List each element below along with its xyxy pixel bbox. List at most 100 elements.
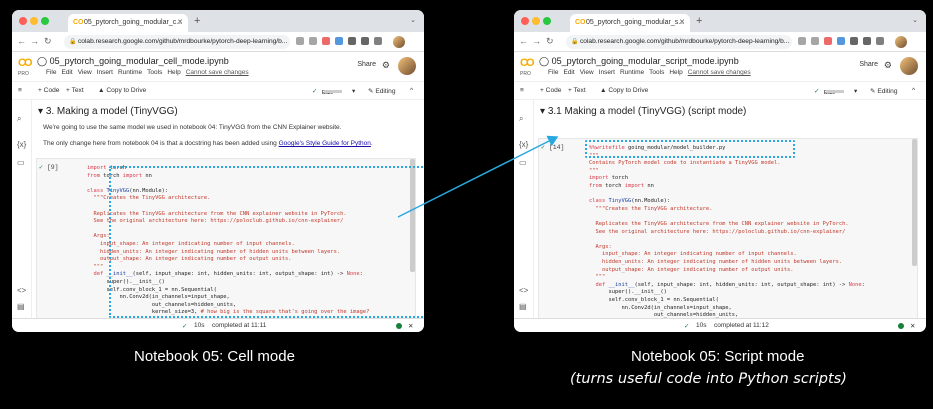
more-menu-icon[interactable] <box>876 37 884 45</box>
status-close-icon[interactable]: ✕ <box>910 322 915 330</box>
collapse-chevron-icon[interactable]: ^ <box>410 87 413 94</box>
tab-list-chevron-icon[interactable]: ⌄ <box>912 16 918 24</box>
menu-item-tools[interactable]: Tools <box>649 69 664 76</box>
close-window-button[interactable] <box>521 17 529 25</box>
share-button[interactable]: Share <box>859 61 878 68</box>
minimize-window-button[interactable] <box>30 17 38 25</box>
code-cell[interactable]: ✓ [14] 1%%writefile going_modular/model_b… <box>538 138 918 318</box>
notebook-title[interactable]: ◯ 05_pytorch_going_modular_script_mode.i… <box>539 56 739 67</box>
extensions-puzzle-icon[interactable] <box>348 37 356 45</box>
bookmark-star-icon[interactable] <box>309 37 317 45</box>
more-menu-icon[interactable] <box>374 37 382 45</box>
new-tab-button[interactable]: + <box>194 15 200 27</box>
pocket-extension-icon[interactable] <box>322 37 330 45</box>
sidebar-icon[interactable] <box>361 37 369 45</box>
reload-icon[interactable]: ↻ <box>546 36 554 47</box>
forward-arrow-icon[interactable]: → <box>30 36 39 46</box>
menu-item-edit[interactable]: Edit <box>61 69 72 76</box>
share-button[interactable]: Share <box>357 61 376 68</box>
command-palette-icon[interactable]: ▤ <box>17 302 25 311</box>
menu-item-runtime[interactable]: Runtime <box>620 69 644 76</box>
code-snippets-icon[interactable]: <> <box>17 286 26 295</box>
cannot-save-link[interactable]: Cannot save changes <box>186 69 249 76</box>
browser-tab[interactable]: CO 05_pytorch_going_modular_s... ✕ <box>570 14 690 32</box>
menu-item-file[interactable]: File <box>46 69 56 76</box>
tab-close-icon[interactable]: ✕ <box>177 18 183 26</box>
copy-to-drive-button[interactable]: ▲ Copy to Drive <box>98 87 146 94</box>
header-avatar[interactable] <box>900 57 918 75</box>
toc-search-icon[interactable]: ⌕ <box>17 114 21 124</box>
menu-item-help[interactable]: Help <box>669 69 682 76</box>
menu-item-runtime[interactable]: Runtime <box>118 69 142 76</box>
code-scrollbar[interactable] <box>912 139 917 266</box>
vpn-extension-icon[interactable] <box>837 37 845 45</box>
toolbar-menu-icon[interactable]: ≡ <box>18 87 22 94</box>
url-field[interactable]: 🔒 colab.research.google.com/github/mrdbou… <box>64 35 290 49</box>
menu-item-file[interactable]: File <box>548 69 558 76</box>
url-text: colab.research.google.com/github/mrdbour… <box>580 38 790 45</box>
editing-mode-button[interactable]: ✎ Editing <box>870 87 898 95</box>
menu-item-view[interactable]: View <box>78 69 92 76</box>
share-page-icon[interactable] <box>798 37 806 45</box>
vpn-extension-icon[interactable] <box>335 37 343 45</box>
close-window-button[interactable] <box>19 17 27 25</box>
menu-item-insert[interactable]: Insert <box>599 69 615 76</box>
toolbar-menu-icon[interactable]: ≡ <box>520 87 524 94</box>
collapse-section-icon[interactable]: ▾ <box>540 106 548 117</box>
files-folder-icon[interactable]: ▭ <box>17 158 25 167</box>
command-palette-icon[interactable]: ▤ <box>519 302 527 311</box>
menu-item-tools[interactable]: Tools <box>147 69 162 76</box>
cannot-save-link[interactable]: Cannot save changes <box>688 69 751 76</box>
code-token: import <box>589 175 609 182</box>
code-cell[interactable]: ✓ [9]1import torch2from torch import nn3… <box>36 158 424 318</box>
bookmark-star-icon[interactable] <box>811 37 819 45</box>
extensions-puzzle-icon[interactable] <box>850 37 858 45</box>
gear-icon[interactable]: ⚙ <box>884 60 892 71</box>
new-tab-button[interactable]: + <box>696 15 702 27</box>
menu-item-view[interactable]: View <box>580 69 594 76</box>
profile-avatar[interactable] <box>393 36 405 48</box>
cell-number: [9] <box>46 164 59 171</box>
code-snippets-icon[interactable]: <> <box>519 286 528 295</box>
files-folder-icon[interactable]: ▭ <box>519 158 527 167</box>
style-guide-link[interactable]: Google's Style Guide for Python <box>279 140 371 147</box>
disk-bar <box>826 90 844 93</box>
add-code-button[interactable]: + Code <box>38 87 59 94</box>
tab-close-icon[interactable]: ✕ <box>679 18 685 26</box>
browser-tab[interactable]: CO 05_pytorch_going_modular_c... ✕ <box>68 14 188 32</box>
editing-mode-button[interactable]: ✎ Editing <box>368 87 396 95</box>
gear-icon[interactable]: ⚙ <box>382 60 390 71</box>
sidebar-icon[interactable] <box>863 37 871 45</box>
notebook-title[interactable]: ◯ 05_pytorch_going_modular_cell_mode.ipy… <box>37 56 229 67</box>
add-code-button[interactable]: + Code <box>540 87 561 94</box>
copy-to-drive-button[interactable]: ▲ Copy to Drive <box>600 87 648 94</box>
tab-list-chevron-icon[interactable]: ⌄ <box>410 16 416 24</box>
menu-item-edit[interactable]: Edit <box>563 69 574 76</box>
reload-icon[interactable]: ↻ <box>44 36 52 47</box>
collapse-chevron-icon[interactable]: ^ <box>912 87 915 94</box>
status-close-icon[interactable]: ✕ <box>408 322 413 330</box>
minimize-window-button[interactable] <box>532 17 540 25</box>
toc-search-icon[interactable]: ⌕ <box>519 114 523 124</box>
pocket-extension-icon[interactable] <box>824 37 832 45</box>
variables-icon[interactable]: {x} <box>519 140 528 149</box>
back-arrow-icon[interactable]: ← <box>17 36 26 46</box>
runtime-dropdown-icon[interactable]: ▾ <box>352 87 355 95</box>
add-text-button[interactable]: + Text <box>66 87 84 94</box>
code-token: """ <box>87 263 104 270</box>
url-field[interactable]: 🔒 colab.research.google.com/github/mrdbou… <box>566 35 792 49</box>
collapse-section-icon[interactable]: ▾ <box>38 106 46 117</box>
header-avatar[interactable] <box>398 57 416 75</box>
code-editor[interactable]: 1%%writefile going_modular/model_builder… <box>585 141 913 318</box>
menu-item-insert[interactable]: Insert <box>97 69 113 76</box>
profile-avatar[interactable] <box>895 36 907 48</box>
menu-item-help[interactable]: Help <box>167 69 180 76</box>
maximize-window-button[interactable] <box>543 17 551 25</box>
variables-icon[interactable]: {x} <box>17 140 26 149</box>
maximize-window-button[interactable] <box>41 17 49 25</box>
share-page-icon[interactable] <box>296 37 304 45</box>
add-text-button[interactable]: + Text <box>568 87 586 94</box>
back-arrow-icon[interactable]: ← <box>519 36 528 46</box>
runtime-dropdown-icon[interactable]: ▾ <box>854 87 857 95</box>
forward-arrow-icon[interactable]: → <box>532 36 541 46</box>
